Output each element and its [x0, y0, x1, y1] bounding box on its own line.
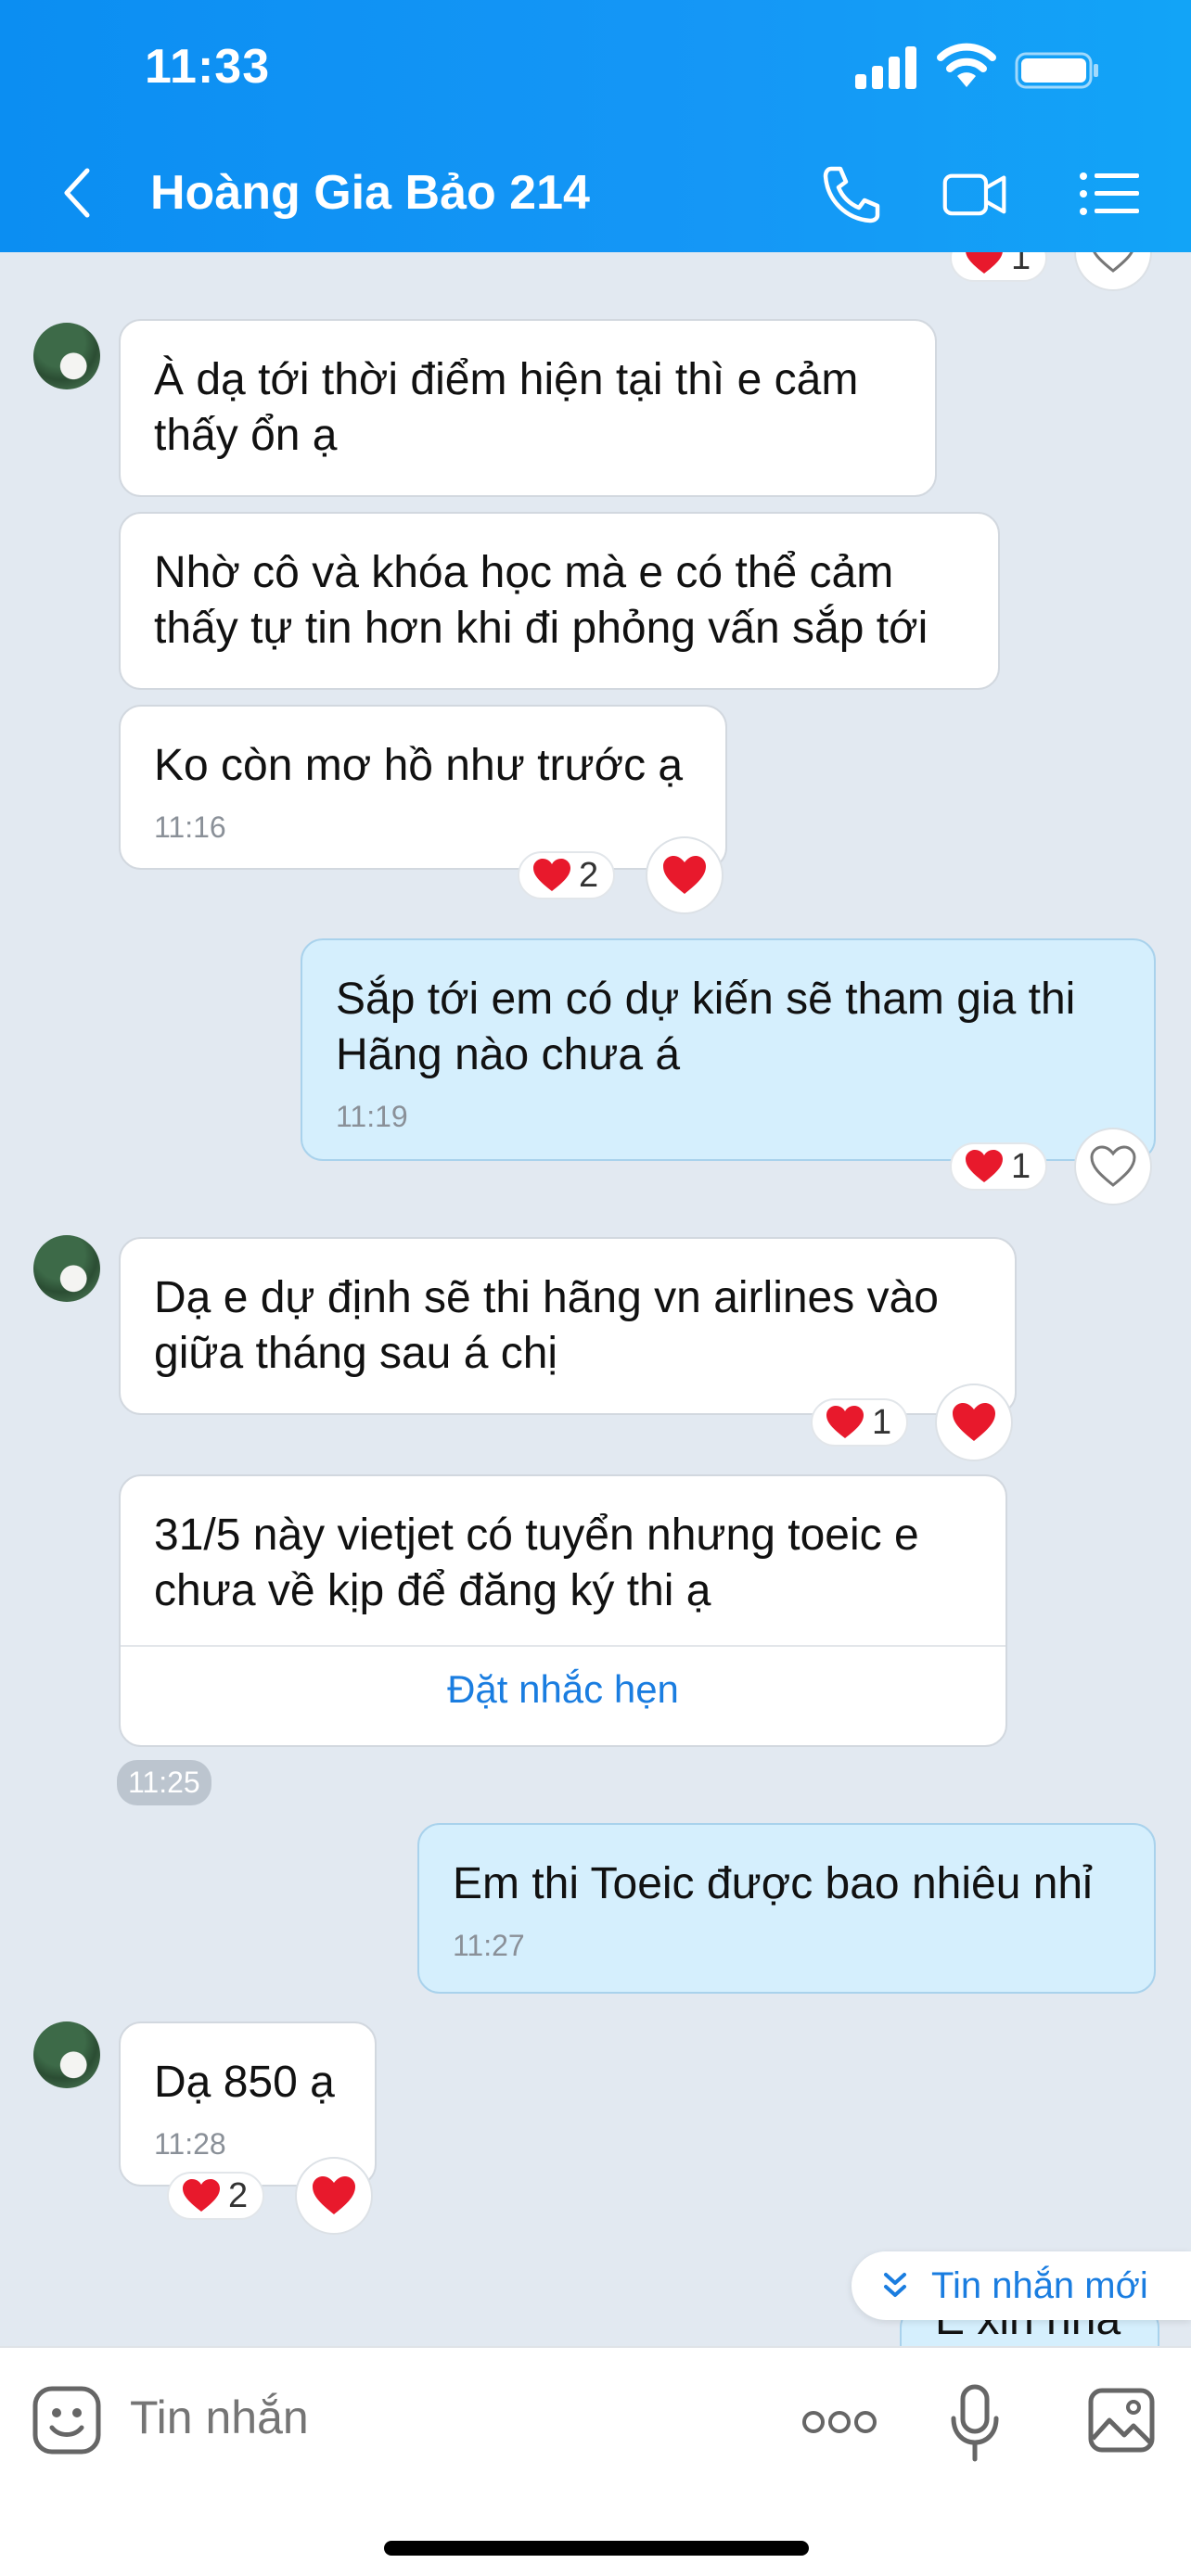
message-text: Dạ e dự định sẽ thi hãng vn airlines vào… [154, 1273, 939, 1378]
reaction-count: 2 [228, 2175, 249, 2215]
double-chevron-down-icon [884, 2273, 906, 2297]
reaction-badge[interactable]: 1 [950, 252, 1048, 282]
message-list[interactable]: 1 À dạ tới thời điểm hiện tại thì e cảm … [0, 252, 1191, 2346]
heart-icon [183, 2179, 220, 2212]
message-bubble[interactable]: Dạ e dự định sẽ thi hãng vn airlines vào… [119, 1237, 1017, 1415]
message-composer [0, 2346, 1191, 2576]
heart-icon [533, 859, 570, 891]
heart-icon [663, 856, 706, 894]
new-message-label: Tin nhắn mới [931, 2264, 1148, 2306]
react-heart-button[interactable] [646, 836, 724, 914]
microphone-icon[interactable] [950, 2383, 1000, 2463]
contact-avatar[interactable] [33, 323, 100, 389]
message-bubble[interactable]: À dạ tới thời điểm hiện tại thì e cảm th… [119, 319, 937, 497]
message-time: 11:28 [154, 2127, 226, 2161]
message-text: Ko còn mơ hồ như trước ạ [154, 741, 684, 790]
reaction-count: 1 [1011, 252, 1031, 277]
message-input[interactable] [130, 2391, 686, 2444]
reaction-count: 2 [579, 855, 599, 895]
set-reminder-button[interactable]: Đặt nhắc hẹn [121, 1645, 1005, 1732]
message-bubble[interactable]: Nhờ cô và khóa học mà e có thể cảm thấy … [119, 512, 1000, 690]
react-heart-button[interactable] [1074, 1128, 1152, 1205]
contact-avatar[interactable] [33, 1235, 100, 1302]
message-time: 11:16 [154, 810, 226, 844]
reaction-badge[interactable]: 2 [167, 2172, 265, 2220]
reaction-badge[interactable]: 1 [811, 1398, 909, 1447]
message-text: Sắp tới em có dự kiến sẽ tham gia thi Hã… [336, 975, 1076, 1079]
cellular-signal-icon [855, 46, 916, 89]
sticker-emoji-icon[interactable] [32, 2385, 102, 2455]
video-call-icon[interactable] [942, 163, 1007, 224]
reaction-badge[interactable]: 1 [950, 1142, 1048, 1191]
battery-icon [1015, 52, 1098, 89]
heart-icon [953, 1403, 995, 1441]
heart-outline-icon [1093, 252, 1133, 273]
heart-icon [966, 1150, 1003, 1182]
home-indicator [384, 2541, 809, 2556]
heart-outline-icon [1090, 1145, 1136, 1187]
image-gallery-icon[interactable] [1087, 2387, 1156, 2454]
reaction-count: 1 [872, 1402, 892, 1442]
status-time: 11:33 [145, 40, 271, 94]
message-text: À dạ tới thời điểm hiện tại thì e cảm th… [154, 355, 859, 460]
react-heart-button[interactable] [935, 1384, 1013, 1461]
message-time-badge: 11:25 [117, 1760, 211, 1805]
phone-call-icon[interactable] [818, 163, 883, 224]
message-text: Nhờ cô và khóa học mà e có thể cảm thấy … [154, 548, 928, 653]
message-time: 11:27 [453, 1929, 525, 1962]
back-chevron-icon[interactable] [59, 165, 96, 221]
message-time: 11:19 [336, 1100, 408, 1133]
menu-list-icon[interactable] [1078, 163, 1143, 224]
react-heart-button[interactable] [295, 2157, 373, 2235]
message-text: 31/5 này vietjet có tuyển nhưng toeic e … [154, 1511, 919, 1615]
reaction-count: 1 [1011, 1146, 1031, 1186]
contact-avatar[interactable] [33, 2021, 100, 2088]
wifi-icon [937, 43, 996, 87]
message-bubble[interactable]: 31/5 này vietjet có tuyển nhưng toeic e … [119, 1474, 1007, 1747]
reaction-badge[interactable]: 2 [518, 851, 616, 899]
heart-icon [313, 2176, 355, 2214]
sent-message-bubble[interactable]: Sắp tới em có dự kiến sẽ tham gia thi Hã… [301, 938, 1156, 1161]
message-text: Dạ 850 ạ [154, 2058, 335, 2107]
contact-name[interactable]: Hoàng Gia Bảo 214 [150, 165, 590, 221]
heart-icon [966, 252, 1003, 274]
more-options-icon[interactable] [801, 2409, 877, 2435]
heart-icon [826, 1406, 864, 1438]
react-heart-button[interactable] [1074, 252, 1152, 291]
sent-message-bubble[interactable]: Em thi Toeic được bao nhiêu nhỉ 11:27 [417, 1823, 1156, 1994]
message-bubble[interactable]: Ko còn mơ hồ như trước ạ 11:16 [119, 705, 727, 870]
new-message-button[interactable]: Tin nhắn mới [852, 2251, 1191, 2320]
chat-header: 11:33 Hoàng Gia Bảo 214 [0, 0, 1191, 252]
message-text: Em thi Toeic được bao nhiêu nhỉ [453, 1859, 1093, 1908]
